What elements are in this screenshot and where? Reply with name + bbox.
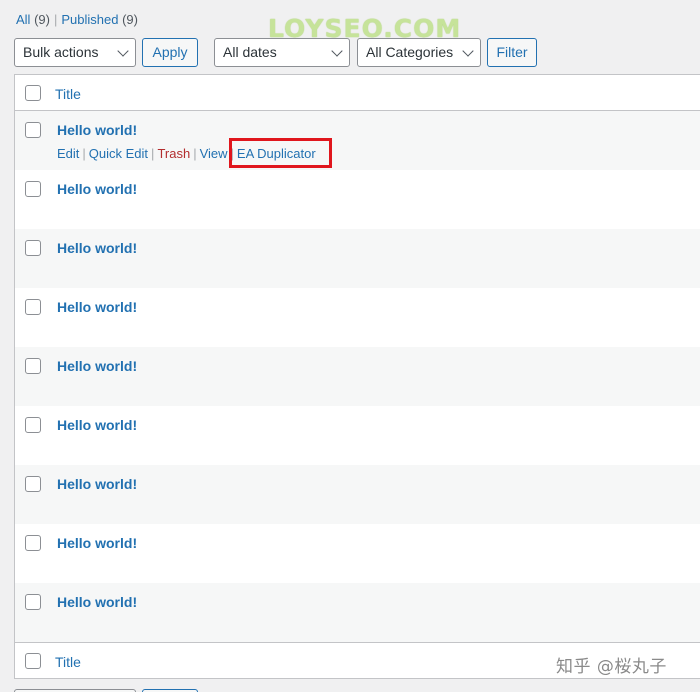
table-row: Hello world!: [15, 170, 700, 229]
row-checkbox[interactable]: [25, 594, 41, 610]
dates-select[interactable]: All dates: [214, 38, 350, 67]
table-row: Hello world!: [15, 288, 700, 347]
title-column-header[interactable]: Title: [55, 86, 81, 102]
posts-table: Title Hello world! Edit | Quick Edit | Trash…: [14, 74, 700, 679]
categories-select[interactable]: All Categories: [357, 38, 481, 67]
chevron-down-icon: [117, 45, 129, 57]
quick-edit-link[interactable]: Quick Edit: [89, 146, 148, 161]
apply-button[interactable]: Apply: [142, 38, 198, 67]
bulk-actions-select[interactable]: Bulk actions: [14, 38, 136, 67]
filter-button[interactable]: Filter: [487, 38, 537, 67]
trash-link[interactable]: Trash: [157, 146, 190, 161]
filter-separator: |: [53, 12, 58, 27]
row-checkbox[interactable]: [25, 122, 41, 138]
post-title-link[interactable]: Hello world!: [57, 122, 137, 138]
table-row: Hello world!: [15, 465, 700, 524]
table-row: Hello world!: [15, 229, 700, 288]
row-checkbox[interactable]: [25, 535, 41, 551]
filter-published-link[interactable]: Published (9): [61, 12, 138, 27]
filter-all-link[interactable]: All (9): [16, 12, 50, 27]
post-title-link[interactable]: Hello world!: [57, 299, 137, 315]
view-link[interactable]: View: [200, 146, 228, 161]
title-column-footer[interactable]: Title: [55, 654, 81, 670]
chevron-down-icon: [462, 45, 474, 57]
edit-link[interactable]: Edit: [57, 146, 79, 161]
status-filters: All (9) | Published (9): [16, 12, 138, 27]
select-all-checkbox[interactable]: [25, 85, 41, 101]
chevron-down-icon: [331, 45, 343, 57]
table-row: Hello world!: [15, 524, 700, 583]
post-title-link[interactable]: Hello world!: [57, 535, 137, 551]
post-title-link[interactable]: Hello world!: [57, 181, 137, 197]
row-checkbox[interactable]: [25, 476, 41, 492]
row-checkbox[interactable]: [25, 181, 41, 197]
post-title-link[interactable]: Hello world!: [57, 417, 137, 433]
table-header: Title: [15, 75, 700, 111]
highlight-box: [229, 138, 332, 168]
row-checkbox[interactable]: [25, 417, 41, 433]
table-row: Hello world!: [15, 406, 700, 465]
credit-watermark: 知乎 @桜丸子: [556, 657, 667, 677]
post-title-link[interactable]: Hello world!: [57, 476, 137, 492]
table-row: Hello world!: [15, 583, 700, 642]
post-title-link[interactable]: Hello world!: [57, 358, 137, 374]
post-title-link[interactable]: Hello world!: [57, 240, 137, 256]
table-row: Hello world! Edit | Quick Edit | Trash | View |…: [15, 111, 700, 170]
row-checkbox[interactable]: [25, 299, 41, 315]
table-row: Hello world!: [15, 347, 700, 406]
post-title-link[interactable]: Hello world!: [57, 594, 137, 610]
select-all-checkbox[interactable]: [25, 653, 41, 669]
row-checkbox[interactable]: [25, 358, 41, 374]
row-checkbox[interactable]: [25, 240, 41, 256]
